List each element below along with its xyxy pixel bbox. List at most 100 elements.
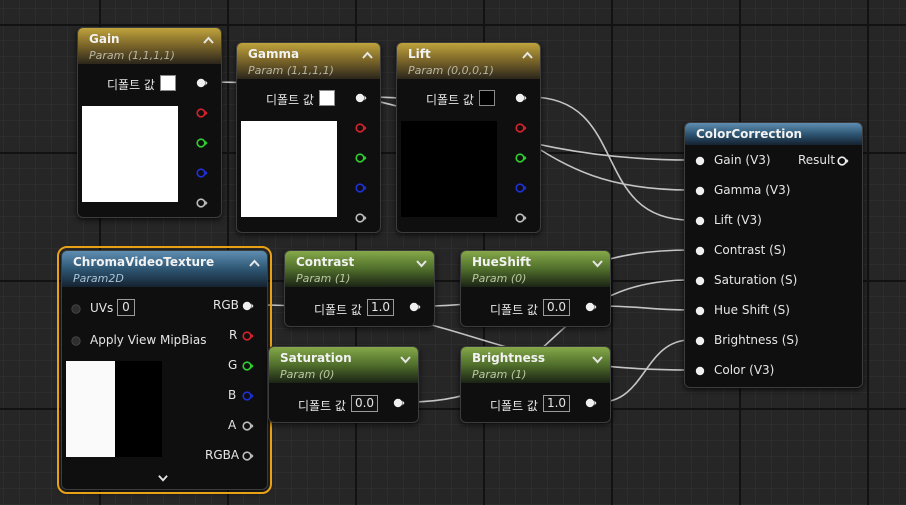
gain-node[interactable]: Gain Param (1,1,1,1) 디폴트 값 [77, 27, 222, 218]
brightness-output-pin-icon[interactable] [585, 397, 597, 409]
gamma-node[interactable]: Gamma Param (1,1,1,1) 디폴트 값 [236, 42, 381, 233]
contrast-value-field[interactable]: 1.0 [367, 299, 394, 316]
contrast-node-header[interactable]: Contrast Param (1) [285, 251, 434, 287]
g-output-pin-icon[interactable] [242, 360, 254, 372]
expand-advanced-chevron-icon[interactable] [157, 473, 169, 483]
contrast-input-pin-icon[interactable] [694, 245, 706, 257]
collapse-chevron-icon[interactable] [202, 35, 215, 46]
color-correction-node-header[interactable]: ColorCorrection [685, 123, 862, 145]
lift-node-title: Lift [408, 47, 431, 61]
brightness-input-pin-icon[interactable] [694, 335, 706, 347]
chroma-video-texture-node[interactable]: ChromaVideoTexture Param2D UVs 0 Apply V… [57, 246, 272, 494]
rgb-output-pin-icon[interactable] [242, 300, 254, 312]
lift-b-pin-icon[interactable] [515, 182, 527, 194]
uvs-label: UVs [90, 301, 114, 315]
lift-node[interactable]: Lift Param (0,0,0,1) 디폴트 값 [396, 42, 541, 233]
gamma-node-title: Gamma [248, 47, 300, 61]
contrast-node-subtitle: Param (1) [296, 272, 351, 285]
contrast-node-title: Contrast [296, 255, 355, 269]
default-value-label: 디폴트 값 [298, 399, 346, 413]
saturation-value-field[interactable]: 0.0 [351, 395, 378, 412]
lift-input-label: Lift (V3) [714, 213, 762, 227]
lift-node-header[interactable]: Lift Param (0,0,0,1) [397, 43, 540, 79]
gain-input-pin-icon[interactable] [694, 155, 706, 167]
result-output-pin-icon[interactable] [837, 155, 849, 167]
collapse-chevron-icon[interactable] [248, 258, 261, 269]
gain-b-pin-icon[interactable] [196, 167, 208, 179]
gain-g-pin-icon[interactable] [196, 137, 208, 149]
gamma-node-header[interactable]: Gamma Param (1,1,1,1) [237, 43, 380, 79]
gain-r-pin-icon[interactable] [196, 107, 208, 119]
gamma-b-pin-icon[interactable] [355, 182, 367, 194]
rgba-output-pin-icon[interactable] [242, 450, 254, 462]
brightness-value-field[interactable]: 1.0 [543, 395, 570, 412]
uvs-input-pin-icon[interactable] [70, 303, 82, 315]
collapse-chevron-icon[interactable] [361, 50, 374, 61]
expand-chevron-icon[interactable] [591, 354, 604, 365]
gamma-r-pin-icon[interactable] [355, 122, 367, 134]
lift-r-pin-icon[interactable] [515, 122, 527, 134]
color-input-pin-icon[interactable] [694, 365, 706, 377]
a-output-label: A [228, 418, 237, 432]
hueshift-input-pin-icon[interactable] [694, 305, 706, 317]
gain-a-pin-icon[interactable] [196, 197, 208, 209]
default-value-label: 디폴트 값 [314, 303, 362, 317]
gamma-output-pin-icon[interactable] [355, 92, 367, 104]
b-output-label: B [228, 388, 237, 402]
chroma-node-header[interactable]: ChromaVideoTexture Param2D [62, 251, 267, 287]
contrast-node[interactable]: Contrast Param (1) 디폴트 값 1.0 [284, 250, 435, 327]
gain-preview-thumbnail [82, 106, 178, 202]
a-output-pin-icon[interactable] [242, 420, 254, 432]
gamma-a-pin-icon[interactable] [355, 212, 367, 224]
chroma-node-subtitle: Param2D [73, 272, 124, 285]
color-correction-node-title: ColorCorrection [696, 127, 803, 141]
gamma-input-pin-icon[interactable] [694, 185, 706, 197]
hueshift-node-header[interactable]: HueShift Param (0) [461, 251, 610, 287]
lift-input-pin-icon[interactable] [694, 215, 706, 227]
brightness-input-label: Brightness (S) [714, 333, 799, 347]
gain-node-header[interactable]: Gain Param (1,1,1,1) [78, 28, 221, 64]
rgb-output-label: RGB [213, 298, 239, 312]
color-input-label: Color (V3) [714, 363, 775, 377]
mipbias-input-pin-icon[interactable] [70, 335, 82, 347]
hueshift-input-label: Hue Shift (S) [714, 303, 790, 317]
gamma-g-pin-icon[interactable] [355, 152, 367, 164]
gamma-input-label: Gamma (V3) [714, 183, 791, 197]
uvs-value-field[interactable]: 0 [117, 299, 135, 316]
brightness-node[interactable]: Brightness Param (1) 디폴트 값 1.0 [460, 346, 611, 423]
gain-default-color-swatch[interactable] [160, 75, 176, 91]
contrast-input-label: Contrast (S) [714, 243, 787, 257]
expand-chevron-icon[interactable] [591, 258, 604, 269]
contrast-output-pin-icon[interactable] [409, 301, 421, 313]
collapse-chevron-icon[interactable] [521, 50, 534, 61]
hueshift-node[interactable]: HueShift Param (0) 디폴트 값 0.0 [460, 250, 611, 327]
default-value-label: 디폴트 값 [426, 93, 474, 107]
chroma-preview-thumbnail [66, 361, 162, 457]
hueshift-value-field[interactable]: 0.0 [543, 299, 570, 316]
default-value-label: 디폴트 값 [266, 93, 314, 107]
gain-output-pin-icon[interactable] [196, 77, 208, 89]
expand-chevron-icon[interactable] [399, 354, 412, 365]
gamma-preview-thumbnail [241, 121, 337, 217]
saturation-input-pin-icon[interactable] [694, 275, 706, 287]
b-output-pin-icon[interactable] [242, 390, 254, 402]
brightness-node-header[interactable]: Brightness Param (1) [461, 347, 610, 383]
saturation-output-pin-icon[interactable] [393, 397, 405, 409]
gamma-default-color-swatch[interactable] [319, 90, 335, 106]
gain-node-title: Gain [89, 32, 120, 46]
gamma-node-subtitle: Param (1,1,1,1) [248, 64, 334, 77]
hueshift-output-pin-icon[interactable] [585, 301, 597, 313]
color-correction-node[interactable]: ColorCorrection Gain (V3) Result Gamma (… [684, 122, 863, 388]
saturation-node-header[interactable]: Saturation Param (0) [269, 347, 418, 383]
expand-chevron-icon[interactable] [415, 258, 428, 269]
lift-output-pin-icon[interactable] [515, 92, 527, 104]
lift-default-color-swatch[interactable] [479, 90, 495, 106]
r-output-pin-icon[interactable] [242, 330, 254, 342]
lift-preview-thumbnail [401, 121, 497, 217]
lift-a-pin-icon[interactable] [515, 212, 527, 224]
saturation-node-subtitle: Param (0) [280, 368, 335, 381]
saturation-node[interactable]: Saturation Param (0) 디폴트 값 0.0 [268, 346, 419, 423]
gain-input-label: Gain (V3) [714, 153, 771, 167]
lift-g-pin-icon[interactable] [515, 152, 527, 164]
chroma-node-title: ChromaVideoTexture [73, 255, 215, 269]
